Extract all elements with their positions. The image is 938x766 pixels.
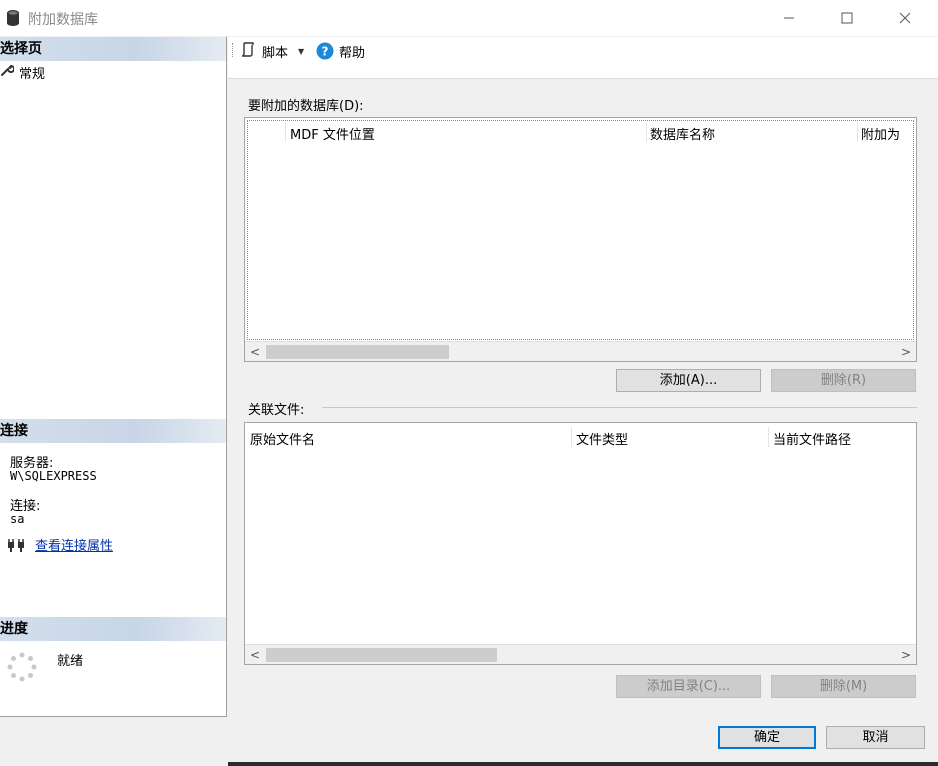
page-item-general[interactable]: 常规	[0, 63, 46, 82]
databases-list-focus	[247, 120, 914, 340]
scroll-thumb[interactable]	[266, 648, 497, 662]
column-header-attach-as[interactable]: 附加为	[861, 124, 900, 143]
toolbar: 脚本 ▼ ? 帮助	[228, 37, 938, 79]
section-divider	[322, 407, 917, 408]
column-header-mdf-location[interactable]: MDF 文件位置	[290, 124, 375, 143]
remove-database-button[interactable]: 删除(R)	[771, 369, 916, 392]
close-icon	[899, 12, 911, 24]
add-database-button[interactable]: 添加(A)...	[616, 369, 761, 392]
add-catalog-button[interactable]: 添加目录(C)...	[616, 675, 761, 698]
column-separator	[768, 427, 769, 447]
databases-hscrollbar[interactable]: < >	[245, 341, 916, 361]
column-separator	[646, 122, 647, 142]
scroll-left-icon[interactable]: <	[247, 344, 263, 360]
maximize-button[interactable]	[818, 0, 876, 36]
scroll-left-icon[interactable]: <	[247, 647, 263, 663]
remove-file-button[interactable]: 删除(M)	[771, 675, 916, 698]
related-files-hscrollbar[interactable]: < >	[245, 644, 916, 664]
related-files-list[interactable]: 原始文件名 文件类型 当前文件路径 < >	[244, 422, 917, 665]
script-button[interactable]: 脚本 ▼	[240, 41, 304, 61]
scroll-right-icon[interactable]: >	[898, 344, 914, 360]
scroll-right-icon[interactable]: >	[898, 647, 914, 663]
column-separator	[571, 427, 572, 447]
maximize-icon	[841, 12, 853, 24]
progress-header: 进度	[0, 617, 226, 641]
column-separator	[857, 122, 858, 142]
connection-value: sa	[10, 512, 25, 526]
left-panel: 选择页 常规 连接 服务器: W\SQLEXPRESS 连接: sa 查看连接属…	[0, 37, 227, 717]
svg-text:?: ?	[322, 45, 329, 59]
toolbar-grip	[232, 43, 234, 57]
script-label: 脚本	[262, 45, 289, 61]
help-label: 帮助	[339, 45, 366, 61]
page-item-label: 常规	[19, 66, 46, 82]
help-button[interactable]: ? 帮助	[316, 41, 365, 61]
column-header-database-name[interactable]: 数据库名称	[650, 124, 715, 143]
title-bar: 附加数据库	[0, 0, 938, 36]
column-header-current-path[interactable]: 当前文件路径	[773, 429, 851, 448]
ok-button[interactable]: 确定	[718, 726, 816, 749]
column-separator	[285, 122, 286, 142]
progress-status: 就绪	[57, 654, 84, 669]
close-button[interactable]	[876, 0, 934, 36]
wrench-icon	[0, 63, 16, 81]
scroll-thumb[interactable]	[266, 345, 449, 359]
window-bottom-edge	[228, 762, 938, 766]
window-title: 附加数据库	[28, 12, 98, 28]
column-header-file-type[interactable]: 文件类型	[576, 429, 628, 448]
databases-list[interactable]: MDF 文件位置 数据库名称 附加为 < >	[244, 117, 917, 362]
progress-spinner-icon	[7, 652, 37, 682]
minimize-icon	[784, 17, 794, 19]
column-header-original-filename[interactable]: 原始文件名	[250, 429, 315, 448]
connection-header: 连接	[0, 419, 226, 443]
database-icon	[6, 9, 20, 27]
view-connection-properties-link[interactable]: 查看连接属性	[35, 535, 113, 554]
help-icon: ?	[316, 42, 334, 60]
cancel-button[interactable]: 取消	[826, 726, 925, 749]
databases-section-label: 要附加的数据库(D):	[248, 99, 364, 114]
select-page-header: 选择页	[0, 37, 226, 61]
minimize-button[interactable]	[760, 0, 818, 36]
plug-icon	[7, 537, 27, 553]
related-files-section-label: 关联文件:	[248, 399, 311, 418]
dropdown-arrow-icon[interactable]: ▼	[298, 47, 304, 56]
script-icon	[240, 41, 258, 61]
server-value: W\SQLEXPRESS	[10, 469, 97, 483]
